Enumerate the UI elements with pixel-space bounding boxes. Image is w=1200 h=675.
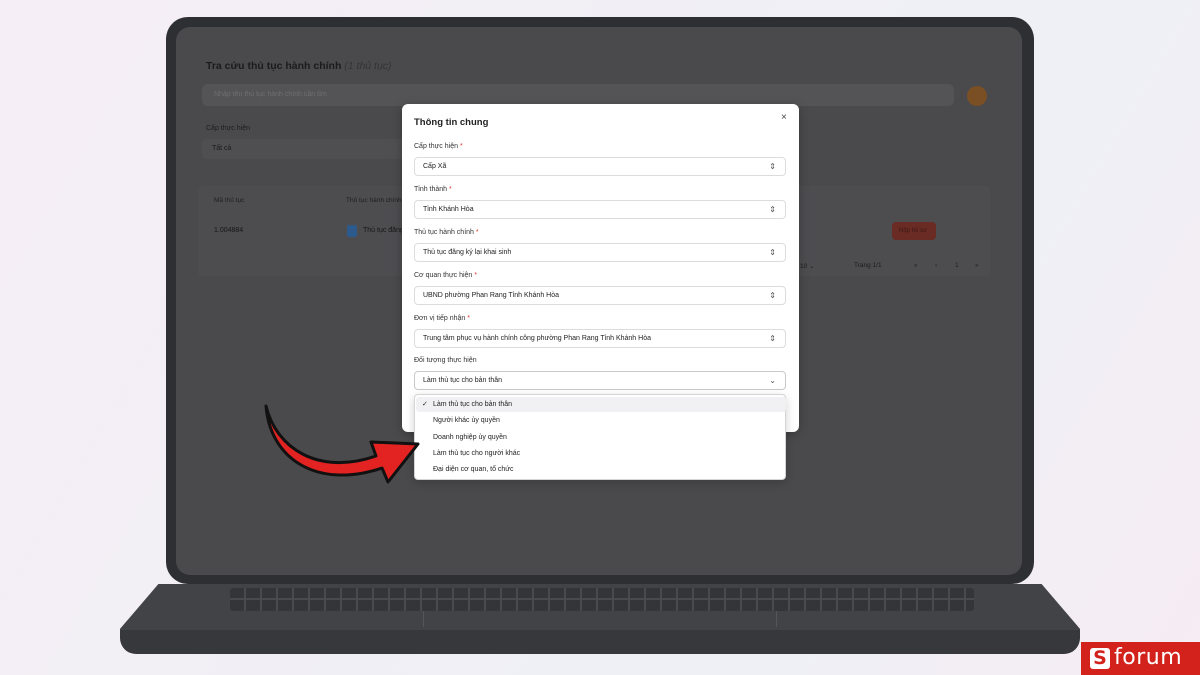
page-title: Tra cứu thủ tục hành chính (1 thủ tục)	[206, 60, 392, 72]
laptop-base-front	[120, 630, 1080, 654]
page-size-select[interactable]: 10 ⌄	[800, 262, 815, 270]
field-label-agency: Cơ quan thực hiện *	[414, 272, 477, 279]
table-cell-name[interactable]: Thủ tục đăng	[363, 227, 404, 234]
level-filter-select[interactable]	[202, 139, 412, 159]
search-button[interactable]	[967, 86, 987, 106]
dropdown-option-label: Đại diện cơ quan, tổ chức	[433, 466, 514, 473]
dropdown-option[interactable]: Người khác ủy quyền	[416, 413, 786, 428]
submit-dossier-label: Nộp hồ sơ	[899, 228, 927, 234]
field-label-text: Tỉnh thành	[414, 186, 448, 193]
required-mark: *	[475, 229, 479, 236]
field-label-subject: Đối tượng thực hiện	[414, 357, 477, 364]
up-down-chevron-icon: ⇕	[769, 334, 776, 343]
required-mark: *	[459, 143, 463, 150]
table-header-name: Thủ tục hành chính	[346, 197, 402, 204]
sforum-logo-text: forum	[1114, 645, 1183, 670]
dropdown-option-label: Làm thủ tục cho người khác	[433, 450, 521, 457]
level-select[interactable]: Cấp Xã ⇕	[414, 157, 786, 176]
subject-dropdown-list: ✓ Làm thủ tục cho bản thân Người khác ủy…	[414, 394, 786, 480]
receiving-unit-select[interactable]: Trung tâm phục vụ hành chính công phường…	[414, 329, 786, 348]
search-placeholder: Nhập tên thủ tục hành chính cần tìm	[214, 91, 327, 98]
field-label-level: Cấp thực hiện *	[414, 143, 463, 150]
field-label-procedure: Thủ tục hành chính *	[414, 229, 479, 236]
page-title-text: Tra cứu thủ tục hành chính	[206, 60, 342, 72]
pagination-first[interactable]: «	[914, 262, 918, 269]
page-size-value: 10	[800, 263, 808, 270]
red-curved-arrow-icon	[264, 404, 420, 484]
page-title-count: (1 thủ tục)	[344, 60, 392, 72]
required-mark: *	[449, 186, 452, 193]
subject-select-value: Làm thủ tục cho bản thân	[423, 377, 502, 384]
field-label-text: Đơn vị tiếp nhận	[414, 315, 466, 322]
subject-select[interactable]: Làm thủ tục cho bản thân ⌄	[414, 371, 786, 390]
sforum-logo-letter: S	[1090, 648, 1110, 669]
field-label-text: Cấp thực hiện	[414, 143, 458, 150]
procedure-select[interactable]: Thủ tục đăng ký lại khai sinh ⇕	[414, 243, 786, 262]
pagination-page-1[interactable]: 1	[955, 262, 959, 269]
field-label-province: Tỉnh thành *	[414, 186, 452, 193]
chevron-down-icon: ⌄	[769, 376, 776, 385]
required-mark: *	[474, 272, 477, 279]
pagination-label: Trang 1/1	[854, 262, 882, 269]
pagination-last[interactable]: »	[975, 262, 979, 269]
dropdown-option[interactable]: ✓ Làm thủ tục cho bản thân	[416, 397, 786, 412]
laptop-keyboard	[230, 588, 974, 611]
dropdown-option[interactable]: Doanh nghiệp ủy quyền	[416, 430, 786, 445]
pagination-prev[interactable]: ‹	[935, 262, 937, 269]
province-select[interactable]: Tỉnh Khánh Hòa ⇕	[414, 200, 786, 219]
dropdown-option-label: Người khác ủy quyền	[433, 417, 500, 424]
up-down-chevron-icon: ⇕	[769, 248, 776, 257]
dropdown-option[interactable]: Đại diện cơ quan, tổ chức	[416, 462, 786, 477]
up-down-chevron-icon: ⇕	[769, 205, 776, 214]
province-select-value: Tỉnh Khánh Hòa	[423, 206, 474, 213]
up-down-chevron-icon: ⇕	[769, 291, 776, 300]
table-header-code: Mã thủ tục	[214, 197, 245, 204]
modal-title: Thông tin chung	[414, 117, 489, 128]
dropdown-option-label: Doanh nghiệp ủy quyền	[433, 434, 507, 441]
touchpad-edge-right	[776, 611, 777, 627]
field-label-receiving-unit: Đơn vị tiếp nhận *	[414, 315, 470, 322]
agency-select-value: UBND phường Phan Rang Tỉnh Khánh Hòa	[423, 292, 560, 299]
procedure-select-value: Thủ tục đăng ký lại khai sinh	[423, 249, 512, 256]
level-filter-label: Cấp thực hiện	[206, 125, 250, 132]
table-cell-code: 1.004884	[214, 227, 244, 234]
field-label-text: Đối tượng thực hiện	[414, 357, 477, 364]
up-down-chevron-icon: ⇕	[769, 162, 776, 171]
level-select-value: Cấp Xã	[423, 163, 447, 170]
field-label-text: Thủ tục hành chính	[414, 229, 474, 236]
agency-select[interactable]: UBND phường Phan Rang Tỉnh Khánh Hòa ⇕	[414, 286, 786, 305]
field-label-text: Cơ quan thực hiện	[414, 272, 473, 279]
dropdown-option[interactable]: Làm thủ tục cho người khác	[416, 446, 786, 461]
close-icon[interactable]: ×	[781, 112, 787, 123]
receiving-unit-select-value: Trung tâm phục vụ hành chính công phường…	[423, 335, 651, 342]
dropdown-option-label: Làm thủ tục cho bản thân	[433, 401, 512, 408]
level-filter-value: Tất cả	[212, 145, 232, 152]
required-mark: *	[467, 315, 470, 322]
document-icon	[347, 225, 357, 237]
touchpad-edge-left	[423, 611, 424, 627]
